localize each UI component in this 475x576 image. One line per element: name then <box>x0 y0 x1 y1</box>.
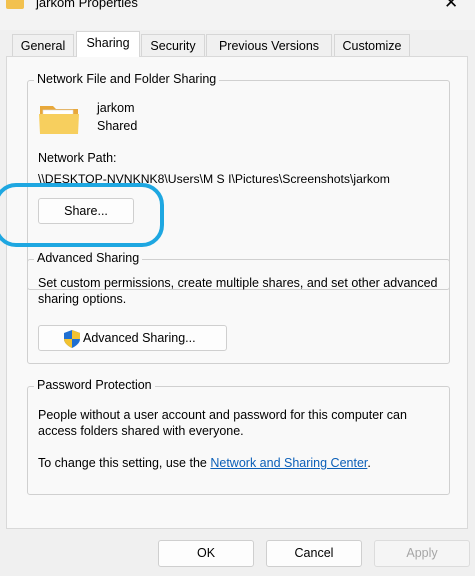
folder-icon <box>39 106 79 134</box>
title-bar: jarkom Properties ✕ <box>0 0 475 30</box>
advanced-sharing-button-label: Advanced Sharing... <box>83 331 196 345</box>
folder-icon <box>6 0 24 9</box>
tab-sharing[interactable]: Sharing <box>76 31 140 57</box>
window-title: jarkom Properties <box>36 0 138 10</box>
change-setting-suffix: . <box>367 456 371 470</box>
close-icon[interactable]: ✕ <box>444 0 458 13</box>
tab-security[interactable]: Security <box>141 34 205 56</box>
apply-button[interactable]: Apply <box>374 540 470 567</box>
change-setting-prefix: To change this setting, use the <box>38 456 207 470</box>
tab-customize[interactable]: Customize <box>334 34 410 56</box>
network-sharing-center-link[interactable]: Network and Sharing Center <box>210 456 367 470</box>
cancel-button[interactable]: Cancel <box>266 540 362 567</box>
network-path-value: \\DESKTOP-NVNKNK8\Users\M S I\Pictures\S… <box>38 172 390 186</box>
password-protection-legend: Password Protection <box>34 378 155 392</box>
network-sharing-legend: Network File and Folder Sharing <box>34 72 220 86</box>
password-protection-description: People without a user account and passwo… <box>38 408 407 438</box>
advanced-sharing-legend: Advanced Sharing <box>34 251 143 265</box>
password-protection-group: Password Protection <box>27 378 450 495</box>
change-setting-text: To change this setting, use the Network … <box>38 456 371 470</box>
folder-name: jarkom <box>97 101 135 115</box>
ok-button[interactable]: OK <box>158 540 254 567</box>
network-path-label: Network Path: <box>38 151 117 165</box>
folder-share-status: Shared <box>97 119 138 133</box>
advanced-sharing-description: Set custom permissions, create multiple … <box>38 276 438 306</box>
tab-general[interactable]: General <box>12 34 74 56</box>
advanced-sharing-button[interactable]: Advanced Sharing... <box>38 325 227 351</box>
uac-shield-icon <box>64 330 80 348</box>
share-button[interactable]: Share... <box>38 198 134 224</box>
tab-previous-versions[interactable]: Previous Versions <box>206 34 332 56</box>
